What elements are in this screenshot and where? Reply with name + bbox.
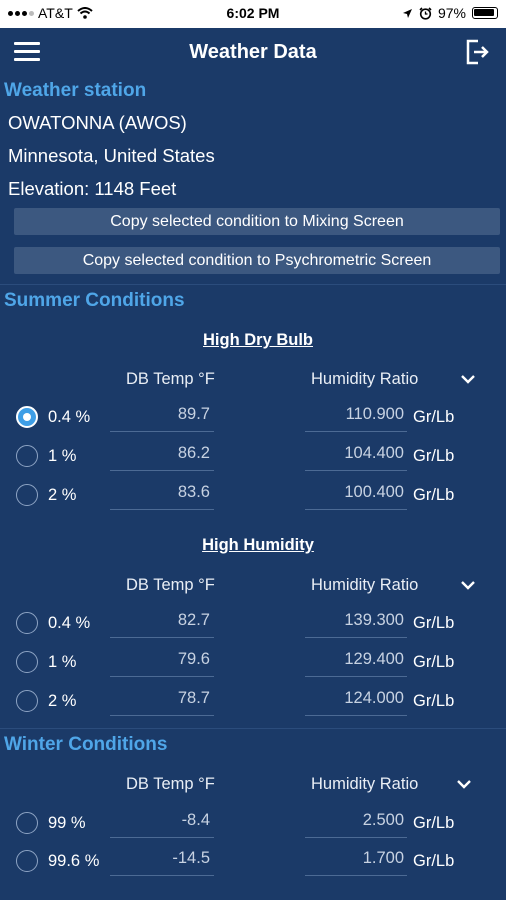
- chevron-down-icon[interactable]: [455, 778, 473, 790]
- field-underline: [305, 715, 407, 716]
- percent-label: 0.4 %: [48, 614, 91, 632]
- unit-label: Gr/Lb: [413, 408, 455, 426]
- field-underline: [110, 676, 214, 677]
- field-underline: [110, 837, 214, 838]
- weather-station-heading: Weather station: [4, 80, 147, 101]
- field-underline: [110, 875, 214, 876]
- unit-label: Gr/Lb: [413, 447, 455, 465]
- section-divider: [0, 284, 506, 285]
- high-dry-bulb-heading: High Dry Bulb: [203, 331, 313, 349]
- humidity-ratio-field[interactable]: 100.400: [305, 483, 407, 502]
- humidity-ratio-field[interactable]: 2.500: [305, 811, 407, 830]
- radio-button[interactable]: [16, 612, 38, 634]
- chevron-down-icon[interactable]: [459, 373, 477, 385]
- battery-percent: 97%: [437, 5, 466, 21]
- db-temp-field[interactable]: 86.2: [110, 444, 214, 463]
- high-humidity-heading: High Humidity: [202, 536, 314, 554]
- db-temp-column-header: DB Temp °F: [126, 576, 215, 594]
- db-temp-column-header: DB Temp °F: [126, 370, 215, 388]
- dry-bulb-row-1[interactable]: 1 % 86.2 104.400 Gr/Lb: [0, 441, 506, 477]
- unit-label: Gr/Lb: [413, 692, 455, 710]
- winter-row-99[interactable]: 99 % -8.4 2.500 Gr/Lb: [0, 808, 506, 844]
- field-underline: [110, 715, 214, 716]
- humidity-ratio-column-header: Humidity Ratio: [311, 576, 419, 594]
- humidity-ratio-column-header: Humidity Ratio: [311, 775, 419, 793]
- station-location: Minnesota, United States: [8, 145, 215, 166]
- status-right-group: 97%: [402, 5, 498, 21]
- alarm-icon: [419, 6, 432, 20]
- field-underline: [110, 431, 214, 432]
- db-temp-field[interactable]: -8.4: [110, 811, 214, 830]
- field-underline: [305, 637, 407, 638]
- humidity-ratio-column-header: Humidity Ratio: [311, 370, 419, 388]
- unit-label: Gr/Lb: [413, 852, 455, 870]
- humidity-ratio-field[interactable]: 1.700: [305, 849, 407, 868]
- radio-button[interactable]: [16, 445, 38, 467]
- field-underline: [305, 837, 407, 838]
- battery-icon: [472, 7, 498, 19]
- percent-label: 0.4 %: [48, 408, 91, 426]
- percent-label: 99 %: [48, 814, 86, 832]
- unit-label: Gr/Lb: [413, 486, 455, 504]
- station-elevation: Elevation: 1148 Feet: [8, 178, 177, 199]
- radio-button[interactable]: [16, 812, 38, 834]
- humidity-ratio-field[interactable]: 139.300: [305, 611, 407, 630]
- humidity-ratio-field[interactable]: 104.400: [305, 444, 407, 463]
- unit-label: Gr/Lb: [413, 614, 455, 632]
- section-divider: [0, 728, 506, 729]
- radio-button[interactable]: [16, 406, 38, 428]
- field-underline: [110, 470, 214, 471]
- field-underline: [305, 676, 407, 677]
- humidity-ratio-field[interactable]: 124.000: [305, 689, 407, 708]
- copy-to-mixing-button[interactable]: Copy selected condition to Mixing Screen: [14, 208, 500, 235]
- percent-label: 1 %: [48, 653, 77, 671]
- field-underline: [110, 637, 214, 638]
- radio-button[interactable]: [16, 651, 38, 673]
- field-underline: [305, 431, 407, 432]
- radio-button[interactable]: [16, 484, 38, 506]
- radio-button[interactable]: [16, 850, 38, 872]
- db-temp-field[interactable]: 82.7: [110, 611, 214, 630]
- field-underline: [305, 875, 407, 876]
- dry-bulb-row-0-4[interactable]: 0.4 % 89.7 110.900 Gr/Lb: [0, 402, 506, 438]
- db-temp-field[interactable]: 89.7: [110, 405, 214, 424]
- summer-conditions-heading: Summer Conditions: [4, 290, 185, 311]
- unit-label: Gr/Lb: [413, 653, 455, 671]
- winter-row-99-6[interactable]: 99.6 % -14.5 1.700 Gr/Lb: [0, 846, 506, 882]
- field-underline: [305, 470, 407, 471]
- percent-label: 2 %: [48, 486, 77, 504]
- humidity-row-0-4[interactable]: 0.4 % 82.7 139.300 Gr/Lb: [0, 608, 506, 644]
- logout-icon[interactable]: [464, 38, 490, 66]
- percent-label: 99.6 %: [48, 852, 100, 870]
- db-temp-field[interactable]: 83.6: [110, 483, 214, 502]
- radio-button[interactable]: [16, 690, 38, 712]
- humidity-row-1[interactable]: 1 % 79.6 129.400 Gr/Lb: [0, 647, 506, 683]
- copy-to-psychrometric-button[interactable]: Copy selected condition to Psychrometric…: [14, 247, 500, 274]
- dry-bulb-row-2[interactable]: 2 % 83.6 100.400 Gr/Lb: [0, 480, 506, 516]
- field-underline: [110, 509, 214, 510]
- humidity-row-2[interactable]: 2 % 78.7 124.000 Gr/Lb: [0, 686, 506, 722]
- db-temp-field[interactable]: -14.5: [110, 849, 214, 868]
- db-temp-field[interactable]: 79.6: [110, 650, 214, 669]
- location-arrow-icon: [402, 8, 412, 18]
- db-temp-field[interactable]: 78.7: [110, 689, 214, 708]
- percent-label: 2 %: [48, 692, 77, 710]
- humidity-ratio-field[interactable]: 129.400: [305, 650, 407, 669]
- status-bar: AT&T 6:02 PM 97%: [0, 0, 506, 28]
- nav-bar: Weather Data: [0, 28, 506, 78]
- chevron-down-icon[interactable]: [459, 579, 477, 591]
- winter-conditions-heading: Winter Conditions: [4, 734, 168, 755]
- field-underline: [305, 509, 407, 510]
- station-name: OWATONNA (AWOS): [8, 112, 187, 133]
- db-temp-column-header: DB Temp °F: [126, 775, 215, 793]
- unit-label: Gr/Lb: [413, 814, 455, 832]
- page-title: Weather Data: [189, 41, 317, 63]
- percent-label: 1 %: [48, 447, 77, 465]
- humidity-ratio-field[interactable]: 110.900: [305, 405, 407, 424]
